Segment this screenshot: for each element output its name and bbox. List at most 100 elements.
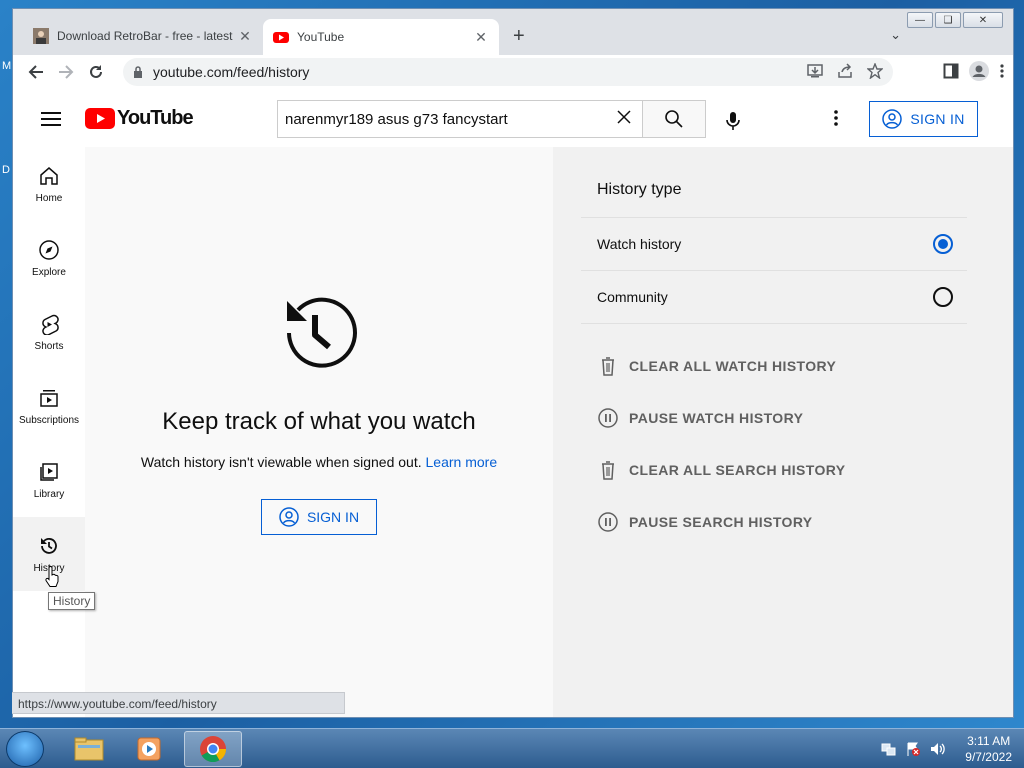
action-label: CLEAR ALL WATCH HISTORY: [629, 358, 837, 374]
guide-item-home[interactable]: Home: [13, 147, 85, 221]
close-tab-icon[interactable]: ✕: [237, 28, 253, 45]
voice-search-button[interactable]: [715, 103, 751, 139]
option-label: Watch history: [597, 236, 682, 252]
new-tab-button[interactable]: +: [513, 25, 525, 48]
search-input[interactable]: narenmyr189 asus g73 fancystart: [277, 100, 642, 138]
forward-arrow-icon: [59, 65, 74, 79]
guide-item-label: Home: [35, 192, 63, 204]
guide-sidebar: Home Explore Shorts Subscriptions Librar…: [13, 147, 85, 717]
back-button[interactable]: [21, 58, 51, 86]
avatar-favicon-icon: [33, 28, 49, 44]
system-tray: 3:11 AM 9/7/2022: [881, 733, 1012, 765]
back-arrow-icon: [28, 65, 43, 79]
history-type-panel: History type Watch history Community CLE…: [553, 147, 1013, 717]
search-icon: [665, 110, 683, 128]
chrome-icon: [200, 736, 227, 763]
tab-title: YouTube: [297, 30, 345, 44]
taskbar-chrome[interactable]: [184, 731, 242, 767]
youtube-favicon-icon: [273, 32, 289, 43]
side-panel-icon[interactable]: [943, 63, 959, 79]
share-icon[interactable]: [837, 63, 853, 79]
guide-item-label: Explore: [32, 266, 66, 278]
chrome-menu-icon[interactable]: [999, 63, 1005, 79]
logo-text: YouTube: [117, 107, 194, 129]
close-tab-icon[interactable]: ✕: [473, 29, 489, 46]
pause-icon: [598, 408, 618, 428]
option-community[interactable]: Community: [597, 271, 967, 323]
radio-selected-icon[interactable]: [933, 234, 953, 254]
guide-item-subscriptions[interactable]: Subscriptions: [13, 369, 85, 443]
empty-state-subtitle: Watch history isn't viewable when signed…: [85, 454, 553, 470]
option-label: Community: [597, 289, 668, 305]
clock[interactable]: 3:11 AM 9/7/2022: [965, 733, 1012, 765]
history-main: Keep track of what you watch Watch histo…: [85, 147, 553, 717]
youtube-header: YouTube narenmyr189 asus g73 fancystart …: [13, 89, 1013, 147]
close-icon: [617, 110, 631, 124]
shorts-icon: [42, 314, 59, 335]
explore-icon: [39, 239, 59, 260]
trash-icon: [602, 461, 614, 480]
guide-item-library[interactable]: Library: [13, 443, 85, 517]
search-button[interactable]: [642, 100, 706, 138]
account-icon: [279, 507, 299, 527]
page-viewport: YouTube narenmyr189 asus g73 fancystart …: [13, 89, 1013, 717]
reload-button[interactable]: [81, 58, 111, 86]
action-label: PAUSE WATCH HISTORY: [629, 410, 804, 426]
clear-search-icon[interactable]: [606, 110, 642, 128]
action-center-flag-icon[interactable]: [905, 741, 921, 757]
forward-button[interactable]: [51, 58, 81, 86]
tab-search-chevron-icon[interactable]: ⌄: [890, 27, 901, 43]
profile-avatar-icon[interactable]: [969, 61, 989, 81]
reload-icon: [90, 65, 102, 78]
taskbar-media-player[interactable]: [120, 731, 178, 767]
action-label: PAUSE SEARCH HISTORY: [629, 514, 813, 530]
install-app-icon[interactable]: [807, 63, 823, 79]
action-label: CLEAR ALL SEARCH HISTORY: [629, 462, 846, 478]
history-tooltip: History: [48, 592, 96, 610]
tab-strip: Download RetroBar - free - latest ✕ YouT…: [13, 19, 1013, 55]
learn-more-link[interactable]: Learn more: [426, 454, 498, 470]
youtube-logo[interactable]: YouTube: [85, 107, 194, 130]
clear-watch-history-button[interactable]: CLEAR ALL WATCH HISTORY: [597, 354, 836, 378]
settings-kebab-icon[interactable]: [833, 109, 839, 127]
microphone-icon: [726, 112, 740, 130]
hamburger-menu-icon[interactable]: [41, 111, 61, 127]
option-watch-history[interactable]: Watch history: [597, 218, 967, 270]
subscriptions-icon: [40, 389, 58, 407]
clear-search-history-button[interactable]: CLEAR ALL SEARCH HISTORY: [597, 458, 846, 482]
status-bar-url: https://www.youtube.com/feed/history: [12, 692, 345, 714]
pause-watch-history-button[interactable]: PAUSE WATCH HISTORY: [597, 406, 803, 430]
divider: [581, 323, 967, 324]
windows-taskbar: 3:11 AM 9/7/2022: [0, 728, 1024, 768]
chrome-window: — ❑ ✕ Download RetroBar - free - latest …: [12, 8, 1014, 718]
taskbar-explorer[interactable]: [60, 731, 118, 767]
pause-search-history-button[interactable]: PAUSE SEARCH HISTORY: [597, 510, 813, 534]
radio-unselected-icon[interactable]: [933, 287, 953, 307]
main-sign-in-button[interactable]: SIGN IN: [261, 499, 377, 535]
library-icon: [40, 462, 58, 481]
history-type-title: History type: [597, 181, 682, 198]
home-icon: [40, 166, 58, 185]
history-large-icon: [287, 297, 357, 368]
sign-in-label: SIGN IN: [910, 111, 965, 127]
tab-youtube[interactable]: YouTube ✕: [263, 19, 499, 55]
pause-icon: [598, 512, 618, 532]
trash-icon: [602, 357, 614, 376]
network-icon[interactable]: [881, 741, 897, 757]
omnibox-actions: [807, 63, 883, 79]
empty-state-title: Keep track of what you watch: [162, 408, 476, 435]
address-bar[interactable]: youtube.com/feed/history: [123, 58, 893, 86]
bookmark-star-icon[interactable]: [867, 63, 883, 79]
guide-item-shorts[interactable]: Shorts: [13, 295, 85, 369]
lock-icon: [134, 66, 142, 78]
volume-icon[interactable]: [929, 741, 947, 757]
tab-retrobar[interactable]: Download RetroBar - free - latest ✕: [23, 19, 263, 53]
desktop-icon-label: D: [2, 164, 10, 176]
browser-toolbar: youtube.com/feed/history: [13, 55, 1013, 89]
tab-title: Download RetroBar - free - latest: [57, 29, 233, 43]
sign-in-button[interactable]: SIGN IN: [869, 101, 978, 137]
hand-cursor-icon: [45, 566, 59, 587]
start-button[interactable]: [6, 731, 44, 767]
desktop-icon-label: M: [2, 60, 12, 72]
guide-item-explore[interactable]: Explore: [13, 221, 85, 295]
